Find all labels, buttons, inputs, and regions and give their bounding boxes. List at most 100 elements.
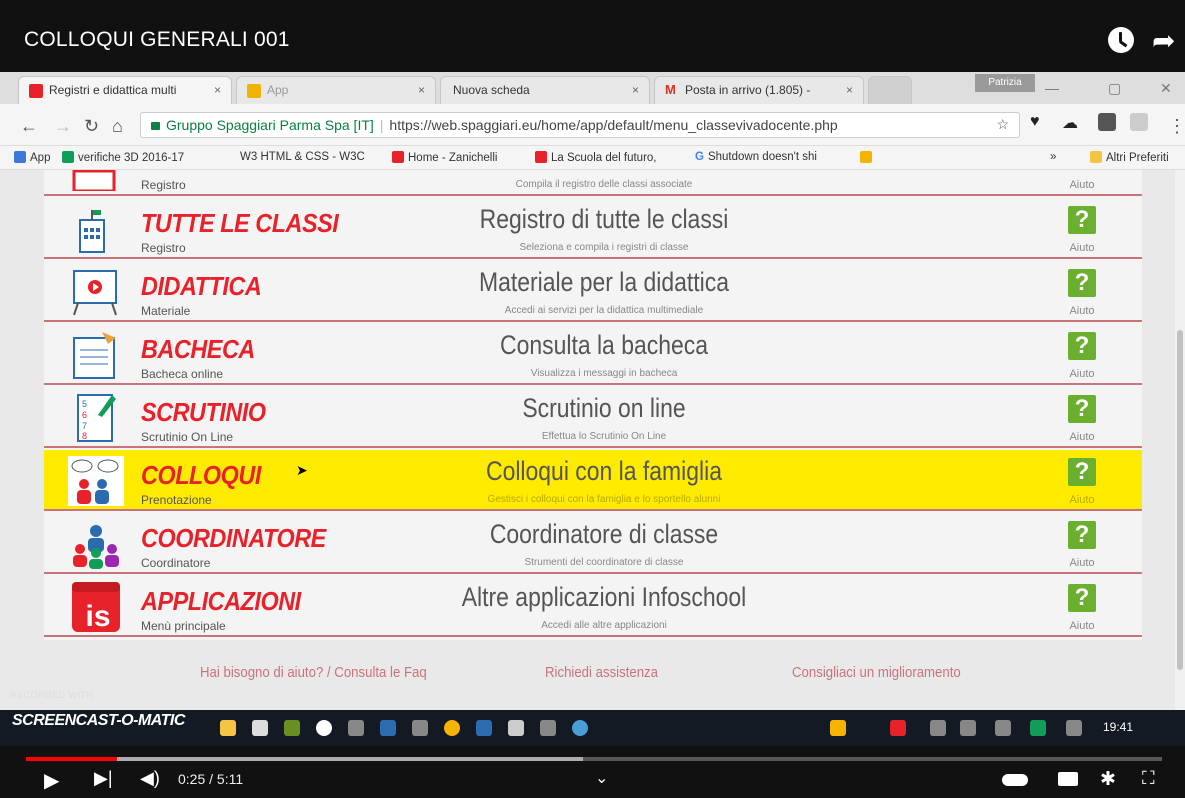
- bookmark-app[interactable]: App: [14, 151, 50, 164]
- settings-icon[interactable]: ✱: [1100, 768, 1116, 791]
- window-close-icon[interactable]: ✕: [1160, 80, 1172, 97]
- tab-gmail[interactable]: M Posta in arrivo (1.805) - ×: [654, 76, 864, 104]
- store-icon[interactable]: [252, 720, 268, 736]
- help-label[interactable]: Aiuto: [1062, 620, 1102, 632]
- chrome-icon[interactable]: [444, 720, 460, 736]
- file-explorer-icon[interactable]: [220, 720, 236, 736]
- apps-favicon-icon: [247, 84, 261, 98]
- menu-kebab-icon[interactable]: ⋮: [1168, 116, 1185, 137]
- extension-icon[interactable]: [1098, 113, 1116, 131]
- bookmark-scuola[interactable]: La Scuola del futuro,: [535, 151, 657, 164]
- maximize-icon[interactable]: ▢: [1108, 80, 1121, 97]
- menu-row-scrutinio[interactable]: 5678 SCRUTINIO Scrutinio On Line Scrutin…: [44, 387, 1142, 448]
- recorder-badge: RECORDED WITH: [10, 690, 94, 700]
- cloud-icon[interactable]: ☁: [1062, 113, 1080, 132]
- word-icon[interactable]: [476, 720, 492, 736]
- help-label[interactable]: Aiuto: [1062, 179, 1102, 191]
- extension-g-icon[interactable]: [1130, 113, 1148, 131]
- autoplay-icon[interactable]: [1002, 774, 1028, 786]
- menu-row-applicazioni[interactable]: is APPLICAZIONI Menù principale Altre ap…: [44, 576, 1142, 637]
- profile-name[interactable]: Patrizia: [975, 74, 1035, 92]
- clock-icon[interactable]: [1108, 27, 1134, 53]
- app-icon[interactable]: [540, 720, 556, 736]
- bookmark-shutdown[interactable]: G Shutdown doesn't shi: [695, 151, 817, 163]
- menu-row-colloqui[interactable]: COLLOQUI Prenotazione Colloqui con la fa…: [44, 450, 1142, 511]
- bookmark-w3c[interactable]: W3 HTML & CSS - W3C: [240, 151, 365, 163]
- video-title[interactable]: COLLOQUI GENERALI 001: [24, 28, 290, 52]
- menu-row-coordinatore[interactable]: COORDINATORE Coordinatore Coordinatore d…: [44, 513, 1142, 574]
- settings-app-icon[interactable]: [508, 720, 524, 736]
- app-icon[interactable]: [380, 720, 396, 736]
- bookmark-extra[interactable]: [860, 151, 876, 164]
- tray-icon[interactable]: [830, 720, 846, 736]
- home-icon[interactable]: ⌂: [112, 116, 123, 137]
- help-icon[interactable]: ?: [1068, 521, 1096, 549]
- tab-nuova-scheda[interactable]: Nuova scheda ×: [440, 76, 650, 104]
- bookmark-altri-preferiti[interactable]: Altri Preferiti: [1090, 151, 1169, 164]
- help-icon[interactable]: ?: [1068, 332, 1096, 360]
- extension-bird-icon[interactable]: ♥: [1030, 113, 1048, 131]
- help-label[interactable]: Aiuto: [1062, 305, 1102, 317]
- bookmarks-more[interactable]: »: [1050, 151, 1056, 163]
- help-icon[interactable]: ?: [1068, 269, 1096, 297]
- page-scrollbar[interactable]: [1175, 170, 1185, 710]
- volume-icon[interactable]: ◀): [140, 768, 160, 789]
- bookmark-zanichelli[interactable]: Home - Zanichelli: [392, 151, 497, 164]
- help-icon[interactable]: ?: [1068, 584, 1096, 612]
- star-icon[interactable]: ☆: [996, 116, 1009, 133]
- help-label[interactable]: Aiuto: [1062, 557, 1102, 569]
- menu-row-subtitle: Menù principale: [141, 619, 226, 633]
- app-icon[interactable]: [284, 720, 300, 736]
- subtitles-icon[interactable]: [1058, 772, 1078, 786]
- help-label[interactable]: Aiuto: [1062, 368, 1102, 380]
- assistance-link[interactable]: Richiedi assistenza: [545, 664, 658, 681]
- play-icon[interactable]: ▶: [44, 768, 59, 793]
- drive-icon[interactable]: [1030, 720, 1046, 736]
- help-icon[interactable]: ?: [1068, 206, 1096, 234]
- chevron-down-icon[interactable]: ⌄: [595, 768, 608, 788]
- network-icon[interactable]: [995, 720, 1011, 736]
- hp-icon[interactable]: [316, 720, 332, 736]
- close-icon[interactable]: ×: [846, 83, 853, 97]
- help-label[interactable]: Aiuto: [1062, 494, 1102, 506]
- menu-row-tutte-le-classi[interactable]: TUTTE LE CLASSI Registro Registro di tut…: [44, 198, 1142, 259]
- menu-row-subtitle: Coordinatore: [141, 556, 211, 570]
- url-bar[interactable]: Gruppo Spaggiari Parma Spa [IT] | https://…: [140, 112, 1020, 138]
- help-icon[interactable]: ?: [1068, 458, 1096, 486]
- faq-link[interactable]: Hai bisogno di aiuto? / Consulta le Faq: [200, 664, 427, 681]
- screencast-app-icon[interactable]: [572, 720, 588, 736]
- help-label[interactable]: Aiuto: [1062, 242, 1102, 254]
- next-icon[interactable]: ▶|: [94, 768, 113, 789]
- menu-row-didattica[interactable]: DIDATTICA Materiale Materiale per la did…: [44, 261, 1142, 322]
- menu-row-subtitle: Registro: [141, 241, 186, 255]
- bookmark-verifiche[interactable]: verifiche 3D 2016-17: [62, 151, 184, 164]
- scrollbar-thumb[interactable]: [1177, 330, 1183, 670]
- total-time: 5:11: [216, 771, 244, 787]
- google-icon: G: [695, 151, 704, 163]
- tray-icon[interactable]: [890, 720, 906, 736]
- menu-row-registro[interactable]: Registro Compila il registro delle class…: [44, 170, 1142, 196]
- help-label[interactable]: Aiuto: [1062, 431, 1102, 443]
- reload-icon[interactable]: ↻: [84, 116, 99, 137]
- help-icon[interactable]: ?: [1068, 395, 1096, 423]
- close-icon[interactable]: ×: [632, 83, 639, 97]
- new-tab-button[interactable]: [868, 76, 912, 104]
- pen-icon[interactable]: [1066, 720, 1082, 736]
- tab-app[interactable]: App ×: [236, 76, 436, 104]
- share-icon[interactable]: ➦: [1152, 24, 1175, 57]
- tray-icon[interactable]: [930, 720, 946, 736]
- fullscreen-icon[interactable]: ⛶: [1142, 768, 1155, 789]
- close-icon[interactable]: ×: [214, 83, 221, 97]
- back-icon[interactable]: ←: [20, 116, 38, 137]
- app-icon[interactable]: [412, 720, 428, 736]
- minimize-icon[interactable]: —: [1045, 80, 1059, 96]
- app-icon[interactable]: [348, 720, 364, 736]
- menu-row-bacheca[interactable]: BACHECA Bacheca online Consulta la bache…: [44, 324, 1142, 385]
- close-icon[interactable]: ×: [418, 83, 425, 97]
- volume-tray-icon[interactable]: [960, 720, 976, 736]
- school-building-icon: [68, 204, 124, 254]
- suggest-improvement-link[interactable]: Consigliaci un miglioramento: [792, 664, 961, 681]
- forward-icon[interactable]: →: [54, 116, 72, 137]
- tab-registri[interactable]: Registri e didattica multi ×: [18, 76, 232, 104]
- progress-bar[interactable]: [26, 757, 1162, 761]
